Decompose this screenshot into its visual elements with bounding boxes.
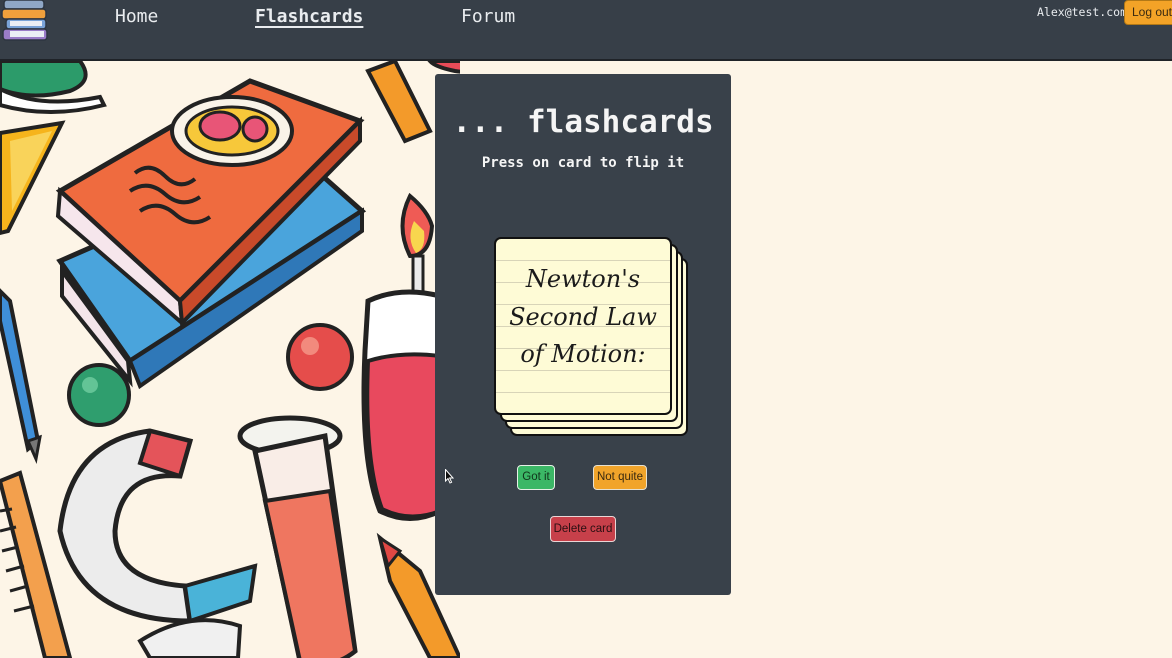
flashcard[interactable]: Newton's Second Law of Motion: (494, 237, 696, 441)
not-quite-button[interactable]: Not quite (593, 465, 647, 490)
nav-forum-link[interactable]: Forum (461, 6, 515, 27)
nav-home-link[interactable]: Home (115, 6, 158, 27)
background-illustration (0, 61, 460, 658)
delete-card-button[interactable]: Delete card (550, 516, 616, 542)
panel-title: ... flashcards (452, 104, 714, 140)
flashcard-front[interactable]: Newton's Second Law of Motion: (494, 237, 672, 415)
top-navbar: Home Flashcards Forum Alex@test.com Log … (0, 0, 1172, 61)
got-it-button[interactable]: Got it (517, 465, 555, 490)
user-email: Alex@test.com (1037, 5, 1128, 19)
flashcard-question: Newton's Second Law of Motion: (509, 265, 657, 368)
nav-flashcards-link[interactable]: Flashcards (255, 6, 363, 27)
books-logo-icon[interactable] (0, 0, 52, 52)
mouse-cursor-icon (445, 469, 454, 484)
logout-button[interactable]: Log out (1124, 0, 1172, 25)
panel-instructions: Press on card to flip it (481, 155, 685, 171)
flashcard-panel: ... flashcards Press on card to flip it … (435, 74, 731, 595)
